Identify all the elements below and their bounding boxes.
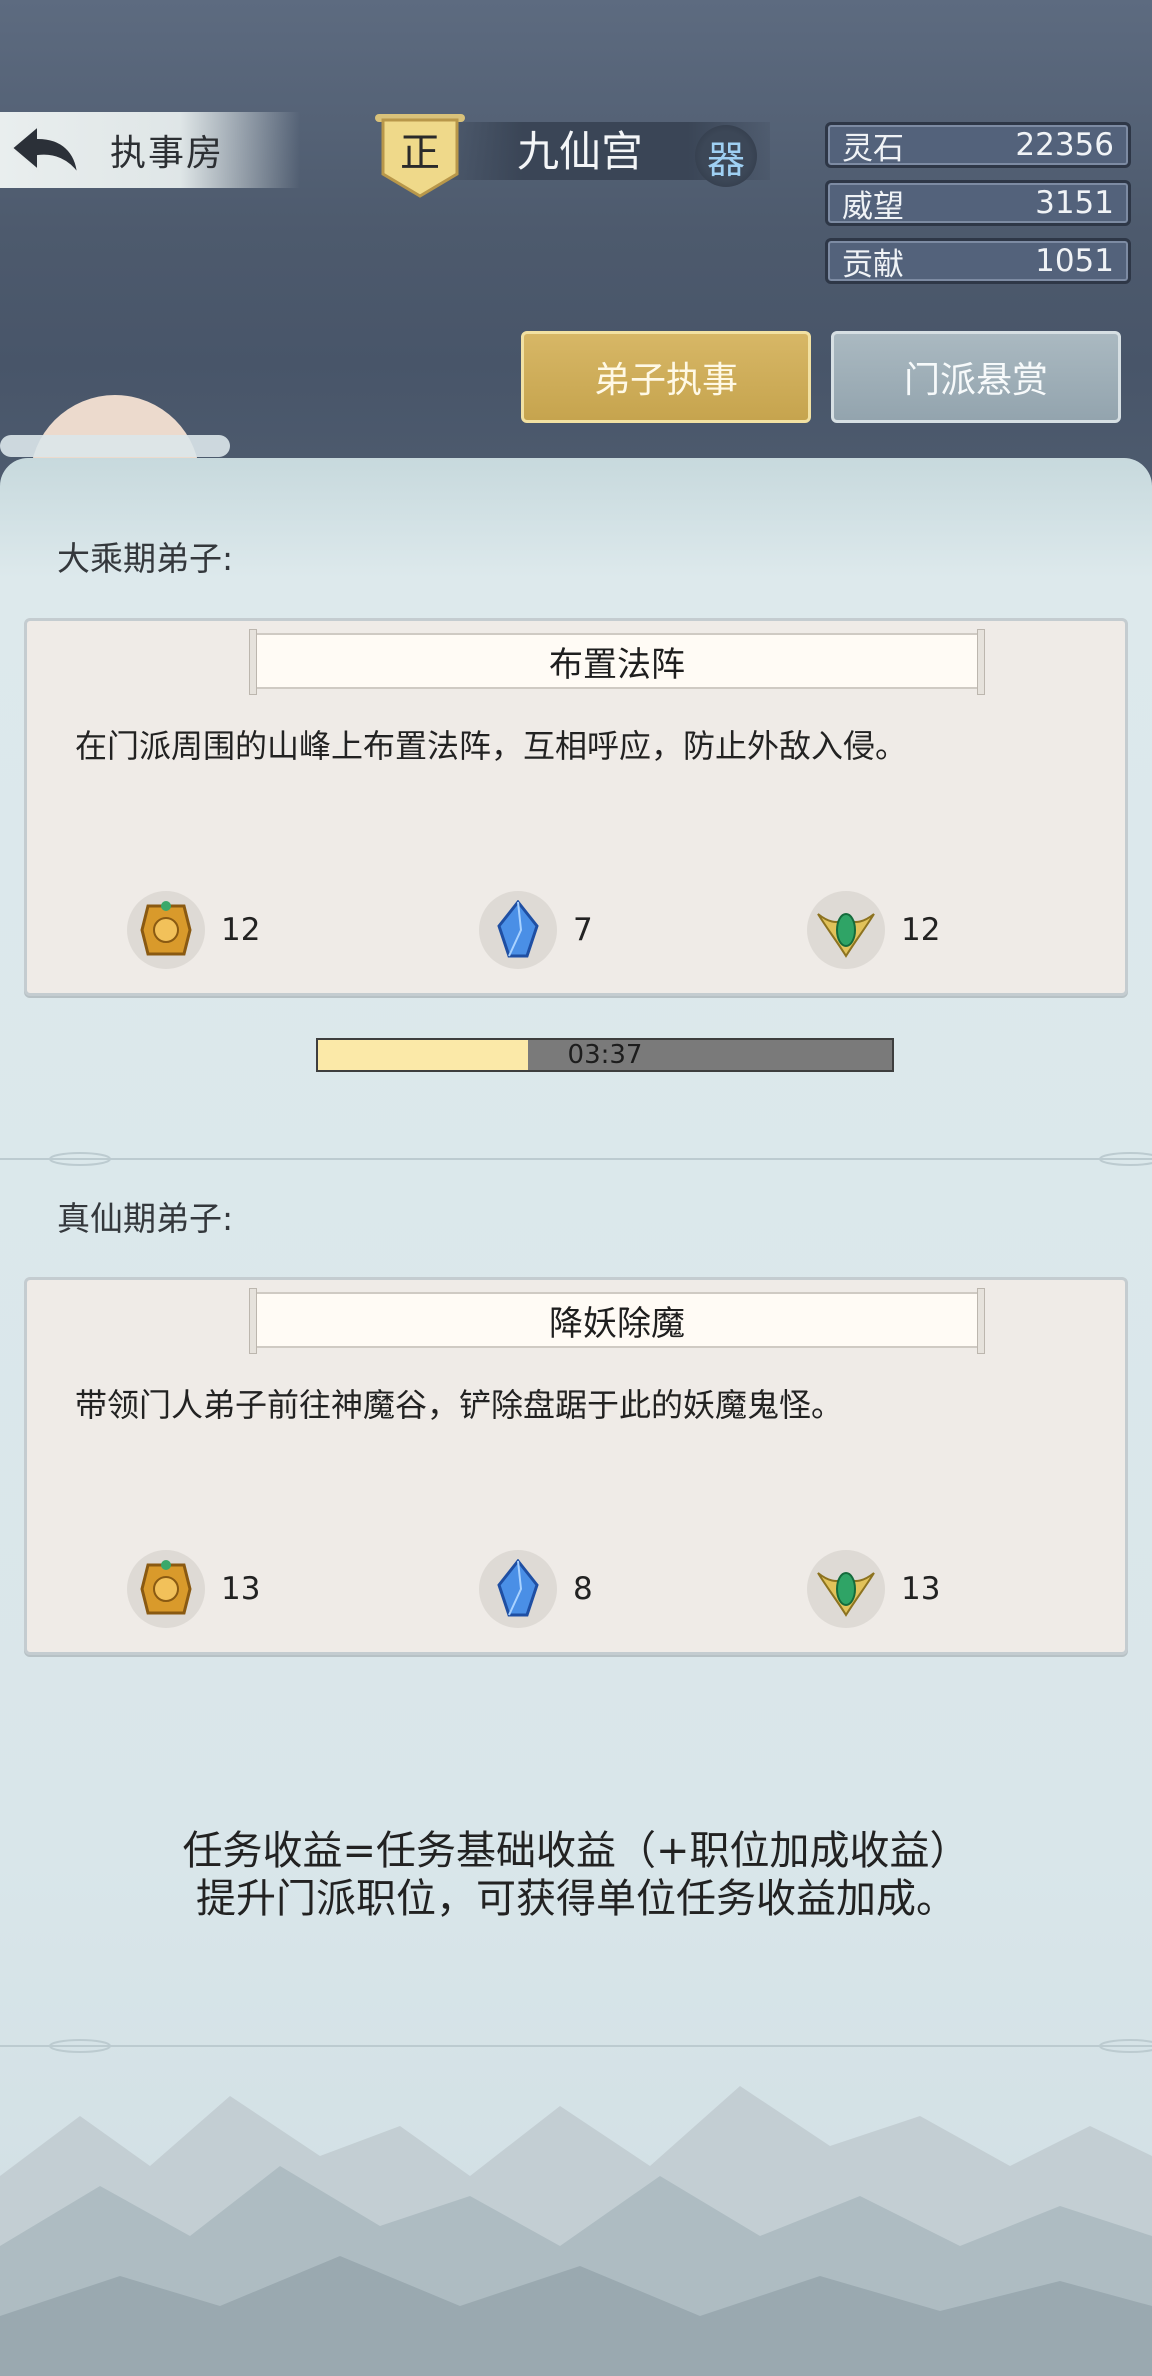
section-label: 大乘期弟子: — [57, 539, 234, 578]
jade-emblem-icon — [807, 891, 885, 969]
reward-value: 12 — [901, 912, 941, 948]
back-button[interactable]: 执事房 — [0, 112, 300, 188]
blue-crystal-icon — [479, 891, 557, 969]
reward-item: 7 — [479, 891, 593, 969]
reward-item: 13 — [807, 1550, 940, 1628]
rank-bonus-hint: 提升门派职位，可获得单位任务收益加成。 — [196, 1876, 956, 1922]
timer-text: 03:37 — [567, 1040, 643, 1070]
resource-label: 威望 — [842, 188, 904, 225]
resource-label: 灵石 — [842, 130, 904, 167]
blue-crystal-icon — [479, 1550, 557, 1628]
rank-banner-icon: 正 — [375, 110, 465, 200]
resource-gongxian: 贡献 1051 — [825, 238, 1131, 284]
badge-char: 器 — [706, 137, 745, 182]
task-description: 带领门人弟子前往神魔谷，铲除盘踞于此的妖魔鬼怪。 — [75, 1386, 844, 1424]
reward-value: 13 — [901, 1571, 941, 1607]
artifact-badge-icon[interactable]: 器 — [695, 125, 757, 187]
task-title: 降妖除魔 — [249, 1288, 985, 1354]
cloud-decoration — [0, 435, 230, 457]
reward-value: 8 — [573, 1571, 593, 1607]
reward-value: 7 — [573, 912, 593, 948]
tab-sect-bounty[interactable]: 门派悬赏 — [831, 331, 1121, 423]
gold-token-icon — [127, 1550, 205, 1628]
jade-emblem-icon — [807, 1550, 885, 1628]
banner-char: 正 — [400, 130, 440, 176]
resource-value: 1051 — [1035, 243, 1114, 279]
resource-lingshi: 灵石 22356 — [825, 122, 1131, 168]
reward-item: 12 — [807, 891, 940, 969]
resource-weiwang: 威望 3151 — [825, 180, 1131, 226]
resource-value: 3151 — [1035, 185, 1114, 221]
back-arrow-icon — [0, 112, 90, 188]
reward-item: 12 — [127, 891, 260, 969]
back-label: 执事房 — [110, 133, 225, 174]
sect-name: 九仙宫 — [516, 127, 643, 176]
footer-divider — [0, 2039, 1152, 2053]
reward-item: 8 — [479, 1550, 593, 1628]
resource-label: 贡献 — [842, 246, 904, 283]
reward-value: 12 — [221, 912, 261, 948]
task-card[interactable]: 布置法阵 在门派周围的山峰上布置法阵，互相呼应，防止外敌入侵。 12 7 12 — [24, 618, 1128, 996]
task-title: 布置法阵 — [249, 629, 985, 695]
task-card[interactable]: 降妖除魔 带领门人弟子前往神魔谷，铲除盘踞于此的妖魔鬼怪。 13 8 13 — [24, 1277, 1128, 1655]
tab-disciple-duty[interactable]: 弟子执事 — [521, 331, 811, 423]
reward-item: 13 — [127, 1550, 260, 1628]
reward-value: 13 — [221, 1571, 261, 1607]
section-label: 真仙期弟子: — [57, 1199, 234, 1238]
mountain-landscape — [0, 2086, 1152, 2376]
section-divider — [0, 1152, 1152, 1166]
task-timer-progress: 03:37 — [316, 1038, 894, 1072]
resource-value: 22356 — [1015, 127, 1114, 163]
task-description: 在门派周围的山峰上布置法阵，互相呼应，防止外敌入侵。 — [75, 727, 908, 765]
gold-token-icon — [127, 891, 205, 969]
